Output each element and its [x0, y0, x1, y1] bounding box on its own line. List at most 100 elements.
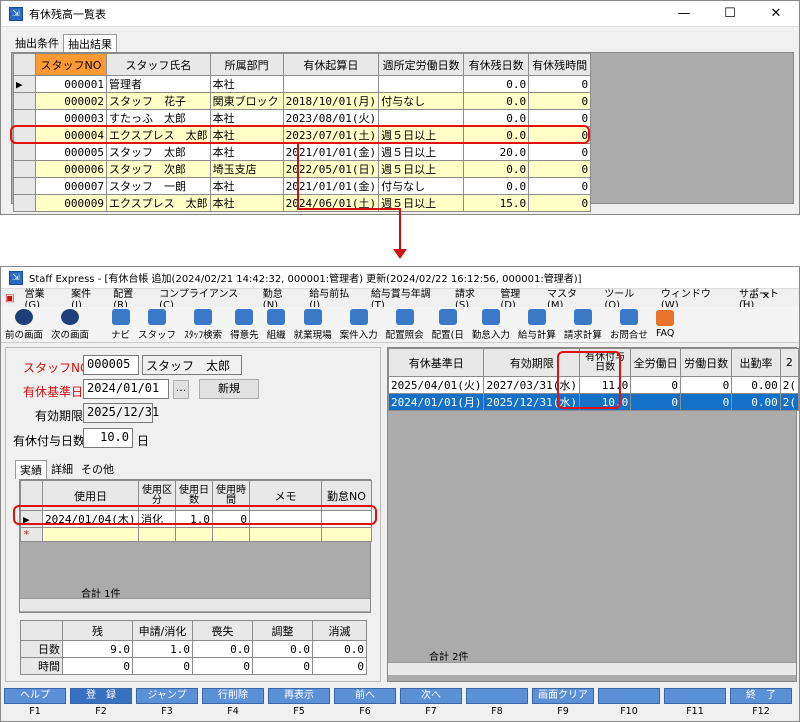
toolbar-button[interactable]: ｽﾀｯﾌ検索 [180, 307, 226, 342]
table-cell[interactable]: 埼玉支店 [209, 160, 284, 178]
col-header[interactable]: 有休残日数 [463, 53, 530, 76]
table-cell[interactable]: スタッフ 花子 [106, 92, 211, 110]
table-cell[interactable]: 0 [528, 109, 592, 127]
table-cell[interactable] [378, 75, 465, 93]
table-cell[interactable]: 2023/08/01(火) [282, 109, 380, 127]
function-key-button[interactable]: F10 [598, 688, 660, 722]
new-row[interactable]: * [20, 527, 372, 542]
workdays-cell[interactable]: 0 [680, 393, 733, 411]
toolbar-button[interactable]: FAQ [652, 307, 678, 342]
toolbar-button[interactable]: 請求計算 [560, 307, 606, 342]
function-key-button[interactable]: 前へ F6 [334, 688, 396, 722]
base-date-input[interactable]: 2024/01/01 [83, 379, 169, 399]
table-cell[interactable]: スタッフ 次郎 [106, 160, 211, 178]
tab-other[interactable]: その他 [77, 460, 118, 479]
toolbar-button[interactable]: 配置照会 [382, 307, 428, 342]
table-cell[interactable]: 0.0 [463, 75, 530, 93]
extra-cell[interactable]: 2( [779, 393, 800, 411]
col-header[interactable]: 有休残時間 [528, 53, 592, 76]
workdays-cell[interactable]: 0 [680, 376, 733, 394]
table-cell[interactable]: 本社 [209, 109, 284, 127]
function-key-button[interactable]: F8 [466, 688, 528, 722]
table-cell[interactable]: 000007 [35, 177, 107, 195]
table-cell[interactable]: 本社 [209, 75, 284, 93]
col-header[interactable]: 有休起算日 [282, 53, 380, 76]
app-menu-icon[interactable]: ▣ [1, 293, 18, 304]
function-key-button[interactable]: 次へ F7 [400, 688, 462, 722]
toolbar-button[interactable]: ナビ [107, 307, 134, 342]
table-cell[interactable] [378, 109, 465, 127]
toolbar-button[interactable]: 組織 [263, 307, 290, 342]
table-row[interactable]: 000003 すたっふ 太郎 本社 2023/08/01(火) 0.0 0 [13, 109, 592, 127]
table-cell[interactable]: スタッフ 一朗 [106, 177, 211, 195]
horizontal-scrollbar[interactable] [20, 598, 370, 611]
function-key-button[interactable]: 画面クリア F9 [532, 688, 594, 722]
col-header[interactable]: 2 [779, 348, 800, 377]
table-cell[interactable]: 0 [528, 92, 592, 110]
toolbar-button[interactable]: 案件入力 [336, 307, 382, 342]
col-header[interactable]: スタッフ氏名 [106, 53, 211, 76]
table-cell[interactable]: 付与なし [378, 92, 465, 110]
col-header[interactable]: スタッフNO [35, 53, 107, 76]
back-button[interactable]: 前の画面 [1, 307, 47, 342]
horizontal-scrollbar[interactable] [388, 662, 796, 675]
table-cell[interactable]: 管理者 [106, 75, 211, 93]
table-row[interactable]: 000007 スタッフ 一朗 本社 2021/01/01(金) 付与なし 0.0 0 [13, 177, 592, 195]
forward-button[interactable]: 次の画面 [47, 307, 93, 342]
minimize-button[interactable]: — [661, 1, 707, 27]
col-header[interactable]: 全労働日 [630, 348, 682, 377]
table-cell[interactable] [282, 75, 380, 93]
col-header[interactable]: 労働日数 [680, 348, 733, 377]
mdi-controls[interactable]: _ ▭ ✕ [741, 291, 770, 302]
table-cell[interactable]: 000005 [35, 143, 107, 161]
table-cell[interactable]: 000006 [35, 160, 107, 178]
table-cell[interactable]: 週５日以上 [378, 160, 465, 178]
toolbar-button[interactable]: お問合せ [606, 307, 652, 342]
extra-cell[interactable]: 2( [779, 376, 800, 394]
table-cell[interactable]: 000009 [35, 194, 107, 212]
table-cell[interactable]: 0 [528, 75, 592, 93]
table-cell[interactable]: 0.0 [463, 92, 530, 110]
table-cell[interactable]: 20.0 [463, 143, 530, 161]
maximize-button[interactable]: ☐ [707, 1, 753, 27]
tab-extract-results[interactable]: 抽出結果 [63, 34, 117, 53]
total-workdays-cell[interactable]: 0 [630, 376, 682, 394]
tab-detail[interactable]: 詳細 [47, 460, 77, 479]
attendance-rate-cell[interactable]: 0.00 [731, 376, 781, 394]
table-cell[interactable]: すたっふ 太郎 [106, 109, 211, 127]
col-header[interactable]: 週所定労働日数 [378, 53, 465, 76]
function-key-button[interactable]: ジャンプ F3 [136, 688, 198, 722]
function-key-button[interactable]: 再表示 F5 [268, 688, 330, 722]
base-date-cell[interactable]: 2025/04/01(火) [387, 376, 485, 394]
table-cell[interactable]: 付与なし [378, 177, 465, 195]
table-cell[interactable]: エクスプレス 太郎 [106, 194, 211, 212]
table-cell[interactable]: 0.0 [463, 109, 530, 127]
staff-no-input[interactable]: 000005 [83, 355, 139, 375]
table-cell[interactable]: 000002 [35, 92, 107, 110]
table-cell[interactable]: 本社 [209, 143, 284, 161]
attendance-rate-cell[interactable]: 0.00 [731, 393, 781, 411]
function-key-button[interactable]: 登 録 F2 [70, 688, 132, 722]
total-workdays-cell[interactable]: 0 [630, 393, 682, 411]
table-cell[interactable]: 週５日以上 [378, 143, 465, 161]
function-key-button[interactable]: 行削除 F4 [202, 688, 264, 722]
table-cell[interactable]: 関東ブロック [209, 92, 284, 110]
table-cell[interactable]: 0 [528, 194, 592, 212]
table-cell[interactable]: 2018/10/01(月) [282, 92, 380, 110]
table-cell[interactable]: 15.0 [463, 194, 530, 212]
grant-days-input[interactable]: 10.0 [83, 428, 133, 448]
table-row[interactable]: ▶ 000001 管理者 本社 0.0 0 [13, 75, 592, 93]
date-picker-button[interactable]: ... [173, 380, 189, 399]
col-header[interactable]: 所属部門 [209, 53, 284, 76]
new-button[interactable]: 新規 [199, 379, 259, 399]
table-cell[interactable]: 0.0 [463, 177, 530, 195]
toolbar-button[interactable]: 勤怠入力 [468, 307, 514, 342]
col-header[interactable]: 有休基準日 [387, 348, 485, 377]
toolbar-button[interactable]: 就業現場 [290, 307, 336, 342]
col-header[interactable]: 出勤率 [731, 348, 781, 377]
table-cell[interactable]: 000003 [35, 109, 107, 127]
toolbar-button[interactable]: 得意先 [226, 307, 263, 342]
function-key-button[interactable]: F11 [664, 688, 726, 722]
table-cell[interactable]: 0 [528, 177, 592, 195]
tab-actual[interactable]: 実績 [15, 460, 47, 479]
